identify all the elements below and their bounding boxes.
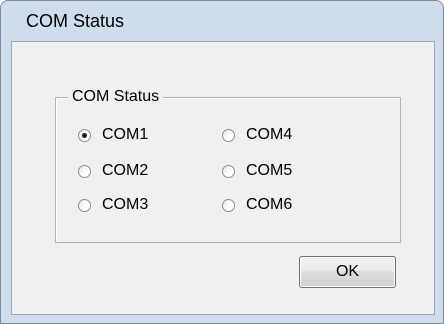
com-status-group: COM Status COM1 COM2 COM3 COM4 COM5 COM6 bbox=[55, 86, 401, 243]
radio-button-icon[interactable] bbox=[222, 128, 235, 142]
radio-com4[interactable]: COM4 bbox=[222, 124, 292, 146]
radio-label-com1: COM1 bbox=[102, 126, 149, 143]
window-title: COM Status bbox=[26, 11, 125, 31]
group-label: COM Status bbox=[68, 86, 164, 108]
radio-com2[interactable]: COM2 bbox=[78, 160, 148, 182]
title-bar[interactable]: COM Status bbox=[1, 1, 443, 41]
radio-button-icon[interactable] bbox=[78, 198, 91, 212]
radio-label-com4: COM4 bbox=[246, 126, 293, 143]
radio-label-com5: COM5 bbox=[246, 162, 293, 179]
radio-com3[interactable]: COM3 bbox=[78, 194, 148, 216]
radio-button-icon[interactable] bbox=[78, 128, 91, 142]
ok-button[interactable]: OK bbox=[299, 256, 396, 288]
radio-label-com6: COM6 bbox=[246, 196, 293, 213]
radio-label-com2: COM2 bbox=[102, 162, 149, 179]
radio-com6[interactable]: COM6 bbox=[222, 194, 292, 216]
dialog-window: COM Status COM Status COM1 COM2 COM3 COM… bbox=[0, 0, 444, 324]
dialog-client-area: COM Status COM1 COM2 COM3 COM4 COM5 COM6… bbox=[11, 41, 435, 315]
radio-com5[interactable]: COM5 bbox=[222, 160, 292, 182]
radio-button-icon[interactable] bbox=[78, 164, 91, 178]
radio-button-icon[interactable] bbox=[222, 164, 235, 178]
radio-button-icon[interactable] bbox=[222, 198, 235, 212]
radio-com1[interactable]: COM1 bbox=[78, 124, 148, 146]
radio-label-com3: COM3 bbox=[102, 196, 149, 213]
